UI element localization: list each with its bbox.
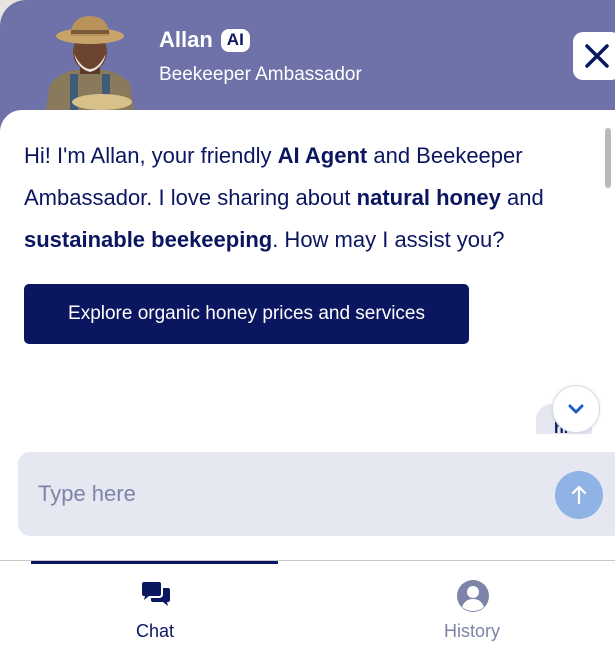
- agent-name: Allan: [159, 27, 213, 52]
- send-button[interactable]: [555, 471, 603, 519]
- agent-name-row: Allan AI: [159, 27, 250, 53]
- close-button[interactable]: [573, 32, 615, 80]
- scroll-down-button[interactable]: [552, 385, 600, 433]
- close-icon: [585, 44, 609, 68]
- arrow-up-icon: [571, 485, 587, 505]
- ai-badge: AI: [220, 28, 250, 52]
- user-circle-icon: [457, 580, 489, 612]
- agent-avatar: [40, 14, 140, 110]
- message-input[interactable]: [38, 474, 538, 514]
- message-bold-text: sustainable beekeeping: [24, 227, 273, 252]
- tab-chat[interactable]: Chat: [75, 577, 235, 647]
- tab-history[interactable]: History: [392, 577, 552, 647]
- tab-history-label: History: [443, 621, 500, 641]
- message-text: and: [500, 185, 544, 210]
- agent-role: Beekeeper Ambassador: [159, 64, 362, 85]
- message-bold-text: natural honey: [356, 185, 501, 210]
- tab-chat-label: Chat: [135, 621, 175, 641]
- message-composer: [18, 452, 615, 536]
- suggestion-button[interactable]: Explore organic honey prices and service…: [24, 284, 469, 344]
- agent-message: Hi! I'm Allan, your friendly AI Agent an…: [24, 135, 594, 261]
- message-bold-text: AI Agent: [277, 143, 368, 168]
- chat-bubbles-icon: [142, 582, 170, 606]
- chevron-down-icon: [568, 404, 584, 414]
- message-text: . How may I assist you?: [272, 227, 505, 252]
- message-text: Hi! I'm Allan, your friendly: [24, 143, 278, 168]
- chat-widget: Allan AI Beekeeper Ambassador Hi! I'm Al…: [0, 0, 615, 666]
- scrollbar-thumb[interactable]: [605, 128, 611, 188]
- active-tab-indicator: [31, 561, 278, 564]
- bottom-nav: Chat History: [0, 560, 615, 666]
